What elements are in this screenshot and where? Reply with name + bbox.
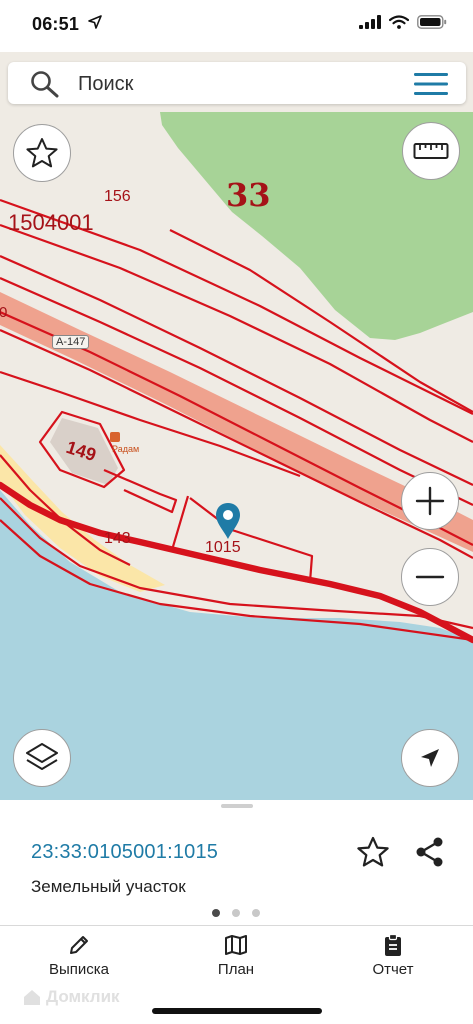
watermark: Домклик — [22, 987, 120, 1007]
favorites-button[interactable] — [13, 124, 71, 182]
status-indicators — [359, 15, 447, 29]
zoom-out-icon — [415, 575, 445, 579]
page-dot — [212, 909, 220, 917]
ruler-button[interactable] — [402, 122, 460, 180]
location-pin-icon[interactable] — [214, 501, 242, 541]
map-icon — [225, 935, 247, 955]
poi-fuel-icon — [110, 432, 120, 442]
map-label-1015: 1015 — [205, 539, 241, 556]
zoom-out-button[interactable] — [401, 548, 459, 606]
clipboard-icon — [385, 933, 401, 956]
tab-label: План — [217, 961, 255, 978]
map-label-zero: 0 — [0, 304, 8, 321]
map-label-quarter: 1504001 — [8, 210, 94, 235]
zoom-in-icon — [415, 486, 445, 516]
tab-extract[interactable]: Выписка — [19, 933, 139, 978]
page-indicator — [212, 909, 260, 917]
zoom-in-button[interactable] — [401, 472, 459, 530]
map-label-33: 33 — [226, 176, 271, 214]
battery-icon — [417, 15, 447, 29]
menu-icon[interactable] — [414, 72, 448, 96]
road-sign-a147: А-147 — [52, 335, 90, 349]
tab-divider — [0, 925, 473, 926]
watermark-text: Домклик — [46, 987, 120, 1006]
status-bar: 06:51 — [0, 0, 473, 52]
favorite-star-icon[interactable] — [356, 836, 390, 868]
tab-report[interactable]: Отчет — [333, 933, 453, 978]
search-bar[interactable]: Поиск — [8, 62, 466, 104]
tab-plan[interactable]: План — [176, 933, 296, 978]
share-icon[interactable] — [414, 836, 446, 868]
poi-name: Радам — [112, 444, 140, 454]
tab-label: Отчет — [372, 961, 414, 978]
parcel-cadastral-number[interactable]: 23:33:0105001:1015 — [31, 841, 218, 864]
watermark-logo-icon — [24, 990, 40, 1005]
layers-icon — [26, 743, 58, 770]
parcel-info-sheet[interactable]: 23:33:0105001:1015 Земельный участок Вып… — [0, 800, 473, 1024]
navigation-arrow-icon — [421, 749, 439, 767]
favorite-star-icon — [26, 138, 58, 168]
search-icon[interactable] — [30, 70, 60, 98]
wifi-icon — [389, 15, 409, 29]
pencil-icon — [70, 936, 88, 954]
parcel-type: Земельный участок — [31, 877, 186, 896]
ruler-icon — [413, 143, 449, 159]
tab-label: Выписка — [48, 961, 110, 978]
layers-button[interactable] — [13, 729, 71, 787]
map-label-156: 156 — [104, 188, 131, 205]
search-input[interactable]: Поиск — [78, 73, 133, 96]
page-dot — [252, 909, 260, 917]
status-time: 06:51 — [32, 14, 80, 34]
home-indicator[interactable] — [152, 1008, 322, 1014]
location-arrow-icon — [88, 15, 102, 29]
map-label-143: 143 — [104, 530, 131, 547]
cellular-signal-icon — [359, 15, 381, 29]
map-canvas[interactable] — [0, 52, 473, 800]
page-dot — [232, 909, 240, 917]
my-location-button[interactable] — [401, 729, 459, 787]
sheet-grabber[interactable] — [221, 804, 253, 808]
cadastral-map[interactable]: 33 156 1504001 0 А-147 149 Радам 143 101… — [0, 52, 473, 800]
